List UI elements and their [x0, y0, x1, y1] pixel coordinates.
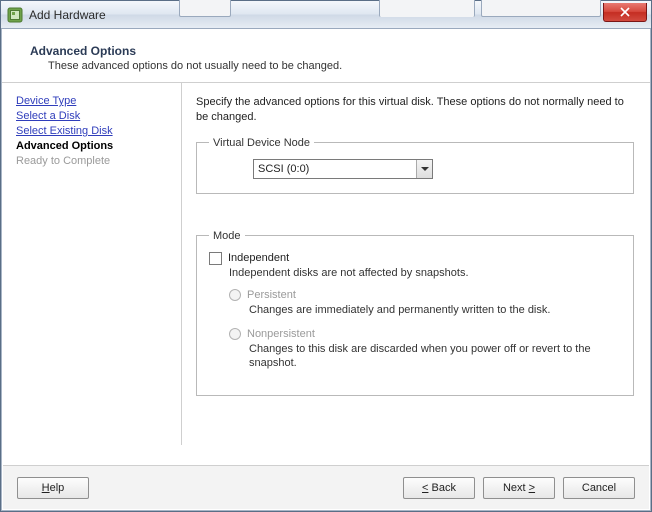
- body: Device Type Select a Disk Select Existin…: [2, 83, 650, 445]
- persistent-label: Persistent: [247, 289, 296, 301]
- help-button[interactable]: Help: [17, 477, 89, 499]
- page-subtitle: These advanced options do not usually ne…: [48, 60, 630, 72]
- virtual-device-node-group: Virtual Device Node SCSI (0:0): [196, 137, 634, 194]
- content: Advanced Options These advanced options …: [2, 30, 650, 510]
- persistent-radio: [229, 289, 241, 301]
- page-title: Advanced Options: [30, 44, 630, 58]
- background-ghost: [379, 0, 475, 17]
- window-title: Add Hardware: [29, 8, 106, 22]
- titlebar: Add Hardware: [1, 1, 651, 29]
- close-button[interactable]: [603, 3, 647, 22]
- persistent-description: Changes are immediately and permanently …: [249, 303, 621, 318]
- background-ghost: [481, 0, 601, 17]
- virtual-device-node-select[interactable]: SCSI (0:0): [253, 159, 433, 179]
- nonpersistent-description: Changes to this disk are discarded when …: [249, 342, 621, 372]
- footer: Help < Back Next > Cancel: [3, 465, 649, 509]
- mode-legend: Mode: [209, 230, 245, 242]
- panel-description: Specify the advanced options for this vi…: [196, 95, 634, 125]
- app-icon: [7, 7, 23, 23]
- panel: Specify the advanced options for this vi…: [182, 83, 650, 445]
- sidebar-item-advanced-options: Advanced Options: [16, 140, 171, 152]
- background-ghost: [179, 0, 231, 17]
- cancel-button[interactable]: Cancel: [563, 477, 635, 499]
- virtual-device-node-value: SCSI (0:0): [258, 163, 309, 175]
- independent-label: Independent: [228, 252, 289, 264]
- sidebar-item-select-existing-disk[interactable]: Select Existing Disk: [16, 125, 171, 137]
- next-button[interactable]: Next >: [483, 477, 555, 499]
- mode-group: Mode Independent Independent disks are n…: [196, 230, 634, 397]
- sidebar-item-device-type[interactable]: Device Type: [16, 95, 171, 107]
- virtual-device-node-legend: Virtual Device Node: [209, 137, 314, 149]
- nonpersistent-label: Nonpersistent: [247, 328, 315, 340]
- independent-checkbox[interactable]: [209, 252, 222, 265]
- header: Advanced Options These advanced options …: [2, 30, 650, 83]
- sidebar: Device Type Select a Disk Select Existin…: [2, 83, 182, 445]
- sidebar-item-select-a-disk[interactable]: Select a Disk: [16, 110, 171, 122]
- back-button[interactable]: < Back: [403, 477, 475, 499]
- independent-description: Independent disks are not affected by sn…: [229, 267, 621, 279]
- chevron-down-icon: [416, 160, 432, 178]
- window: Add Hardware Advanced Options These adva…: [0, 0, 652, 512]
- sidebar-item-ready-to-complete: Ready to Complete: [16, 155, 171, 167]
- nonpersistent-radio: [229, 328, 241, 340]
